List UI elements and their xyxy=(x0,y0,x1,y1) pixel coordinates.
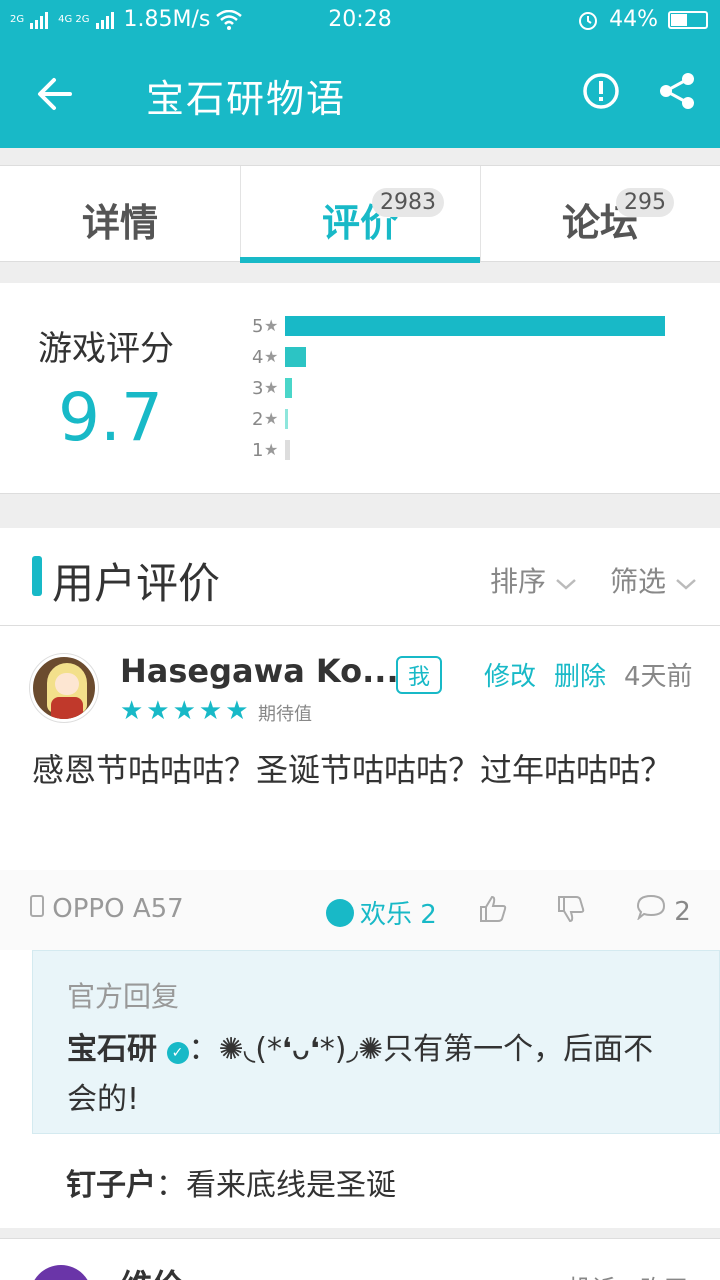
tab-forum[interactable]: 论坛 295 xyxy=(480,166,720,261)
status-bar: 2G 4G 2G 1.85M/s 20:28 44% xyxy=(0,0,720,38)
star-icon: ★ xyxy=(264,409,279,428)
comment-icon xyxy=(636,894,666,921)
filter-button[interactable]: 筛选 xyxy=(610,560,697,600)
rating-score: 9.7 xyxy=(58,379,163,456)
star-type-label: 期待值 xyxy=(258,704,312,725)
me-badge: 我 xyxy=(396,656,443,694)
share-icon[interactable] xyxy=(658,72,696,110)
avatar[interactable] xyxy=(30,654,98,722)
official-reply-text: 宝石研 ✓ ：✺◟(*❛ᴗ❛*)◞✺只有第一个，后面不会的! xyxy=(67,1025,677,1125)
rating-bar-star-number: 2 xyxy=(252,409,264,430)
back-arrow-icon[interactable] xyxy=(32,72,80,116)
star-icon: ★ xyxy=(264,316,279,335)
star-icon: ★ xyxy=(264,378,279,397)
tab-forum-count-badge: 295 xyxy=(616,188,674,217)
official-reply-label: 官方回复 xyxy=(67,980,180,1013)
review-actions: OPPO A57 欢乐 2 2 xyxy=(0,870,720,950)
tab-forum-label: 论坛 xyxy=(561,201,638,245)
rating-bar-star-number: 5 xyxy=(252,316,264,337)
sort-button[interactable]: 排序 xyxy=(490,560,577,600)
chevron-down-icon xyxy=(556,579,576,590)
report-icon[interactable] xyxy=(582,72,620,110)
tab-reviews[interactable]: 评价 2983 xyxy=(240,166,480,263)
device-info: OPPO A57 xyxy=(30,894,184,924)
smile-icon xyxy=(326,899,354,927)
next-review-time: 昨天 xyxy=(640,1269,688,1280)
thumbs-down-icon[interactable] xyxy=(556,894,586,924)
sort-label: 排序 xyxy=(490,565,547,598)
review-text: 感恩节咕咕咕？圣诞节咕咕咕？过年咕咕咕？ xyxy=(32,751,673,789)
tab-bar: 详情 评价 2983 论坛 295 xyxy=(0,165,720,263)
rating-label: 游戏评分 xyxy=(38,329,174,369)
comment-button[interactable]: 2 xyxy=(636,894,691,927)
phone-icon xyxy=(30,895,44,917)
section-marker xyxy=(32,556,42,596)
star-icon: ★ xyxy=(264,347,279,366)
review-time: 4天前 xyxy=(624,662,693,692)
rating-bar xyxy=(285,409,288,429)
alarm-icon xyxy=(579,11,598,30)
reviews-section: 用户评价 排序 筛选 Hasegawa Ko... 我 修改 删除 4天前 ★★… xyxy=(0,528,720,1228)
rating-bar-star-number: 3 xyxy=(252,378,264,399)
battery-percent: 44% xyxy=(609,7,658,32)
reviews-header: 用户评价 排序 筛选 xyxy=(0,528,720,626)
tab-reviews-label: 评价 xyxy=(321,201,398,245)
app-bar: 宝石研物语 xyxy=(0,38,720,148)
rating-bar-star-number: 4 xyxy=(252,347,264,368)
official-name[interactable]: 宝石研 xyxy=(67,1032,157,1067)
tab-reviews-count-badge: 2983 xyxy=(372,188,444,217)
rating-bar xyxy=(285,316,665,336)
star-icon: ★ xyxy=(264,440,279,459)
report-button[interactable]: 投诉 xyxy=(568,1269,616,1280)
reply-text: ：看来底线是圣诞 xyxy=(156,1168,396,1203)
thumbs-up-icon[interactable] xyxy=(478,894,508,924)
review-username[interactable]: Hasegawa Ko... xyxy=(120,652,399,690)
edit-button[interactable]: 修改 xyxy=(484,656,536,693)
status-right: 44% xyxy=(577,7,708,32)
next-review-username[interactable]: 维伦 xyxy=(120,1261,184,1280)
official-reply: 官方回复 宝石研 ✓ ：✺◟(*❛ᴗ❛*)◞✺只有第一个，后面不会的! xyxy=(32,950,720,1134)
rating-bar xyxy=(285,347,306,367)
review-stars: ★★★★★ xyxy=(120,696,252,726)
next-review: 维伦 投诉 昨天 xyxy=(0,1238,720,1280)
rating-bar xyxy=(285,440,290,460)
verified-icon: ✓ xyxy=(166,1042,189,1064)
filter-label: 筛选 xyxy=(610,565,667,598)
device-name: OPPO A57 xyxy=(52,894,184,924)
battery-icon xyxy=(668,10,708,29)
avatar-2[interactable] xyxy=(30,1265,92,1280)
reviews-title: 用户评价 xyxy=(52,559,221,608)
reaction-label: 欢乐 2 xyxy=(360,900,437,930)
chevron-down-icon-2 xyxy=(676,579,696,590)
reply-username[interactable]: 钉子户 xyxy=(66,1168,156,1203)
tab-active-underline xyxy=(240,257,480,263)
page-title: 宝石研物语 xyxy=(146,77,347,121)
tab-details-label: 详情 xyxy=(81,201,158,245)
rating-bar-star-number: 1 xyxy=(252,440,264,461)
reaction-button[interactable]: 欢乐 2 xyxy=(326,894,437,931)
comment-count: 2 xyxy=(674,897,691,927)
delete-button[interactable]: 删除 xyxy=(554,656,606,693)
rating-card: 游戏评分 9.7 5 ★ 4 ★ 3 ★ 2 ★ 1 ★ xyxy=(0,283,720,494)
user-reply: 钉子户：看来底线是圣诞 xyxy=(66,1160,396,1204)
rating-bar xyxy=(285,378,292,398)
tab-details[interactable]: 详情 xyxy=(0,166,240,261)
